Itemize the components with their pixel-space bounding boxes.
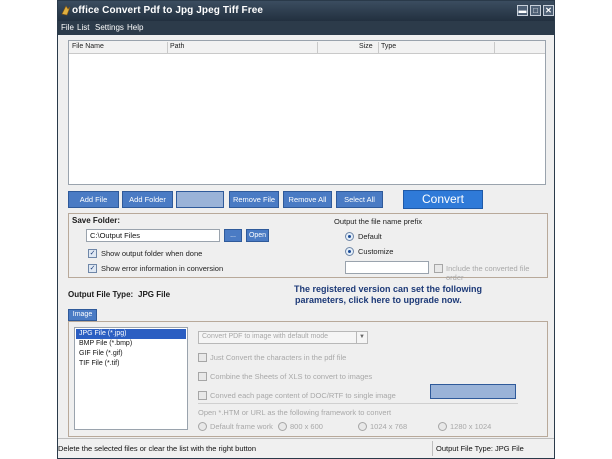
customize-prefix-label: Customize [358, 247, 394, 256]
combine-xls-checkbox[interactable] [198, 372, 207, 381]
combine-xls-label: Combine the Sheets of XLS to convert to … [210, 372, 373, 381]
column-path[interactable]: Path [170, 43, 184, 50]
output-type-list[interactable]: JPG File (*.jpg) BMP File (*.bmp) GIF Fi… [74, 327, 188, 430]
close-icon[interactable]: ✕ [543, 5, 554, 16]
add-file-button[interactable]: Add File [68, 191, 119, 208]
framework-default-radio[interactable] [198, 422, 207, 431]
tab-image[interactable]: Image [68, 309, 97, 321]
just-convert-checkbox[interactable] [198, 353, 207, 362]
framework-label: Open *.HTM or URL as the following frame… [198, 408, 392, 417]
upgrade-line-1: The registered version can set the follo… [294, 284, 483, 294]
menu-settings[interactable]: Settings [95, 23, 124, 32]
disabled-settings-button [430, 384, 516, 399]
include-order-label: Include the converted file order [446, 264, 530, 282]
browse-button[interactable]: ... [224, 229, 242, 242]
show-output-folder-checkbox[interactable]: ✓ [88, 249, 97, 258]
status-hint: Delete the selected files or clear the l… [58, 444, 257, 453]
open-folder-button[interactable]: Open [246, 229, 269, 242]
output-type-value: JPG File [138, 290, 171, 299]
include-order-checkbox[interactable] [434, 264, 443, 273]
show-output-folder-label: Show output folder when done [101, 249, 203, 258]
save-folder-group: Save Folder: C:\Output Files ... Open ✓ … [68, 213, 548, 282]
menu-list[interactable]: List [77, 23, 89, 32]
conversion-mode-value: Convert PDF to image with default mode [202, 333, 329, 340]
convert-doc-label: Conved each page content of DOC/RTF to s… [210, 391, 396, 400]
column-file-name[interactable]: File Name [72, 43, 104, 50]
framework-1024-label: 1024 x 768 [370, 422, 408, 431]
framework-800-label: 800 x 600 [290, 422, 323, 431]
list-item[interactable]: JPG File (*.jpg) [76, 329, 186, 339]
title-bar[interactable]: office Convert Pdf to Jpg Jpeg Tiff Free… [58, 1, 554, 21]
upgrade-link[interactable]: The registered version can set the follo… [294, 284, 534, 306]
save-folder-label: Save Folder: [72, 216, 121, 225]
framework-800-radio[interactable] [278, 422, 287, 431]
file-list[interactable]: File Name Path Size Type [68, 40, 546, 185]
column-type[interactable]: Type [381, 43, 396, 50]
maximize-icon[interactable]: □ [530, 5, 541, 16]
prefix-label: Output the file name prefix [334, 217, 422, 226]
image-settings-panel: JPG File (*.jpg) BMP File (*.bmp) GIF Fi… [68, 321, 548, 437]
minimize-icon[interactable]: ▬ [517, 5, 528, 16]
customize-prefix-radio[interactable] [345, 247, 354, 256]
framework-1280-radio[interactable] [438, 422, 447, 431]
list-item[interactable]: GIF File (*.gif) [76, 349, 186, 359]
disabled-toolbar-button [176, 191, 224, 208]
just-convert-label: Just Convert the characters in the pdf f… [210, 353, 347, 362]
output-type-label: Output File Type: [68, 290, 134, 299]
app-window: office Convert Pdf to Jpg Jpeg Tiff Free… [57, 0, 555, 459]
list-item[interactable]: TIF File (*.tif) [76, 359, 186, 369]
menu-bar: File List Settings Help [58, 21, 554, 35]
show-error-info-checkbox[interactable]: ✓ [88, 264, 97, 273]
remove-file-button[interactable]: Remove File [229, 191, 279, 208]
show-error-info-label: Show error information in conversion [101, 264, 224, 273]
add-folder-button[interactable]: Add Folder [122, 191, 173, 208]
status-separator [432, 441, 433, 456]
default-prefix-label: Default [358, 232, 382, 241]
customize-prefix-input[interactable] [345, 261, 429, 274]
file-list-header: File Name Path Size Type [69, 41, 545, 54]
list-item[interactable]: BMP File (*.bmp) [76, 339, 186, 349]
window-title: office Convert Pdf to Jpg Jpeg Tiff Free [72, 5, 264, 16]
conversion-mode-select[interactable]: Convert PDF to image with default mode ▼ [198, 331, 368, 344]
framework-default-label: Default frame work [210, 422, 273, 431]
framework-1024-radio[interactable] [358, 422, 367, 431]
save-folder-input[interactable]: C:\Output Files [86, 229, 220, 242]
status-bar: Delete the selected files or clear the l… [58, 438, 554, 458]
select-all-button[interactable]: Select All [336, 191, 383, 208]
column-size[interactable]: Size [359, 43, 373, 50]
remove-all-button[interactable]: Remove All [283, 191, 332, 208]
status-output-type: Output File Type: JPG File [436, 444, 524, 453]
menu-help[interactable]: Help [127, 23, 143, 32]
upgrade-line-2: parameters, click here to upgrade now. [295, 295, 462, 305]
app-logo-icon [61, 5, 71, 16]
framework-1280-label: 1280 x 1024 [450, 422, 492, 431]
convert-doc-checkbox[interactable] [198, 391, 207, 400]
menu-file[interactable]: File [61, 23, 74, 32]
divider [198, 403, 518, 404]
convert-button[interactable]: Convert [403, 190, 483, 209]
default-prefix-radio[interactable] [345, 232, 354, 241]
chevron-down-icon: ▼ [356, 332, 367, 343]
